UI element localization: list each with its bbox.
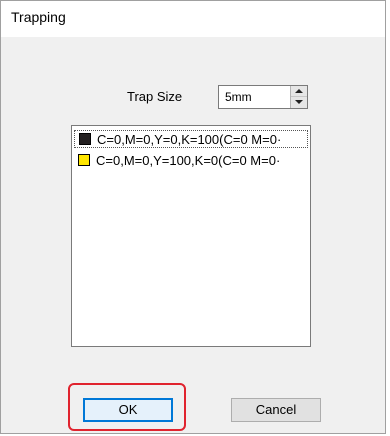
trapping-dialog: Trapping Trap Size 5mm C=0,M=0,Y=0,K=100…	[0, 0, 386, 434]
color-swatch-icon	[78, 154, 90, 166]
list-item-label: C=0,M=0,Y=100,K=0(C=0 M=0·	[96, 153, 281, 168]
trap-size-input[interactable]: 5mm	[225, 90, 252, 104]
trap-size-label: Trap Size	[127, 89, 183, 104]
ok-button[interactable]: OK	[83, 398, 173, 422]
color-swatch-icon	[79, 133, 91, 145]
cancel-button[interactable]: Cancel	[231, 398, 321, 422]
chevron-up-icon	[295, 89, 303, 93]
spin-buttons	[290, 86, 307, 108]
list-item[interactable]: C=0,M=0,Y=100,K=0(C=0 M=0·	[74, 152, 308, 170]
list-item-label: C=0,M=0,Y=0,K=100(C=0 M=0·	[97, 132, 282, 147]
color-list[interactable]: C=0,M=0,Y=0,K=100(C=0 M=0· C=0,M=0,Y=100…	[71, 125, 311, 347]
spin-down-button[interactable]	[291, 97, 307, 108]
dialog-title: Trapping	[11, 9, 66, 25]
trap-size-spinbox[interactable]: 5mm	[218, 85, 308, 109]
list-item[interactable]: C=0,M=0,Y=0,K=100(C=0 M=0·	[74, 130, 308, 148]
spin-up-button[interactable]	[291, 86, 307, 97]
chevron-down-icon	[295, 100, 303, 104]
title-bar: Trapping	[1, 1, 385, 37]
